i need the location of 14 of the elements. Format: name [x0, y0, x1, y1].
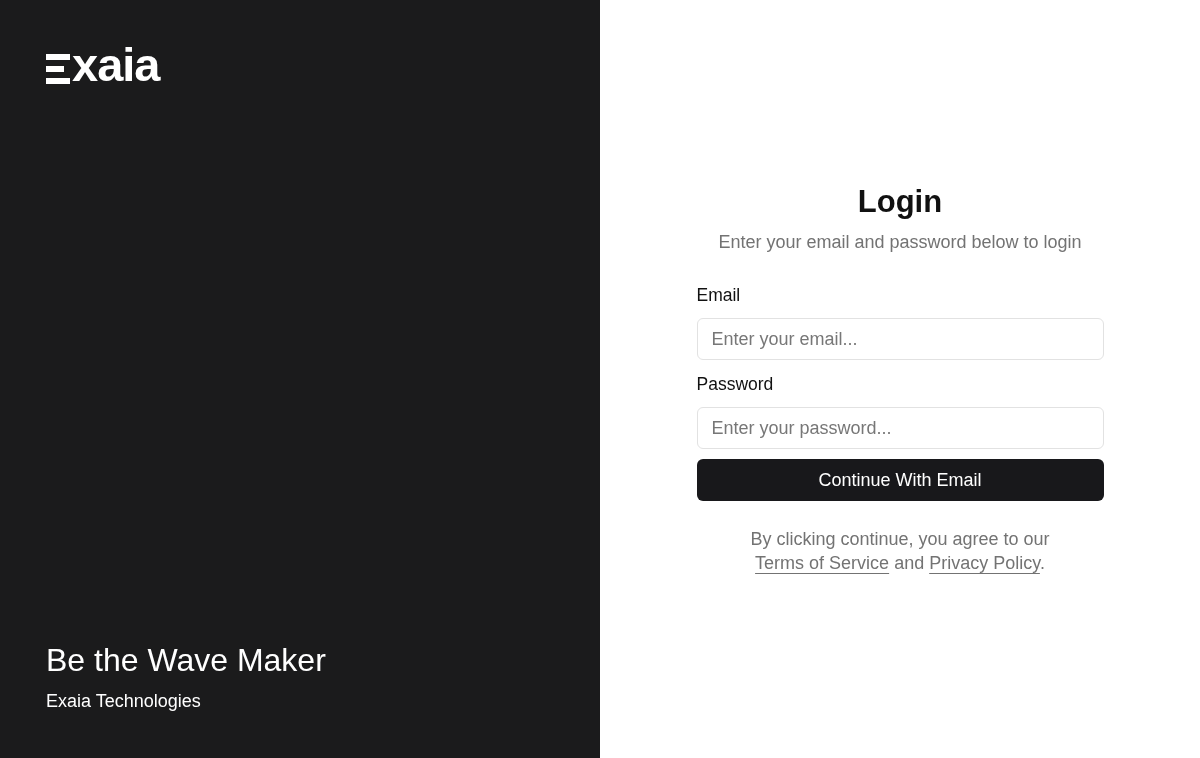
- tagline: Be the Wave Maker: [46, 642, 327, 679]
- field-label: Email: [696, 285, 741, 306]
- legal-notice: By clicking continue, you agree to our Terms of Service and Privacy Policy.: [750, 528, 1050, 575]
- login-subtitle: Enter your email and password below to login: [718, 232, 1082, 253]
- login-title: Login: [857, 184, 943, 220]
- input-field[interactable]: Enter your email...: [696, 318, 1104, 360]
- company-name: Exaia Technologies: [46, 691, 202, 712]
- logo-text: xaia: [72, 46, 160, 84]
- legal-link[interactable]: Terms of Service: [755, 553, 890, 573]
- continue-button[interactable]: Continue With Email: [696, 459, 1104, 501]
- logo-mark-icon: [46, 54, 70, 84]
- legal-link[interactable]: Privacy Policy: [929, 553, 1040, 573]
- field-label: Password: [696, 374, 774, 395]
- input-field[interactable]: Enter your password...: [696, 407, 1104, 449]
